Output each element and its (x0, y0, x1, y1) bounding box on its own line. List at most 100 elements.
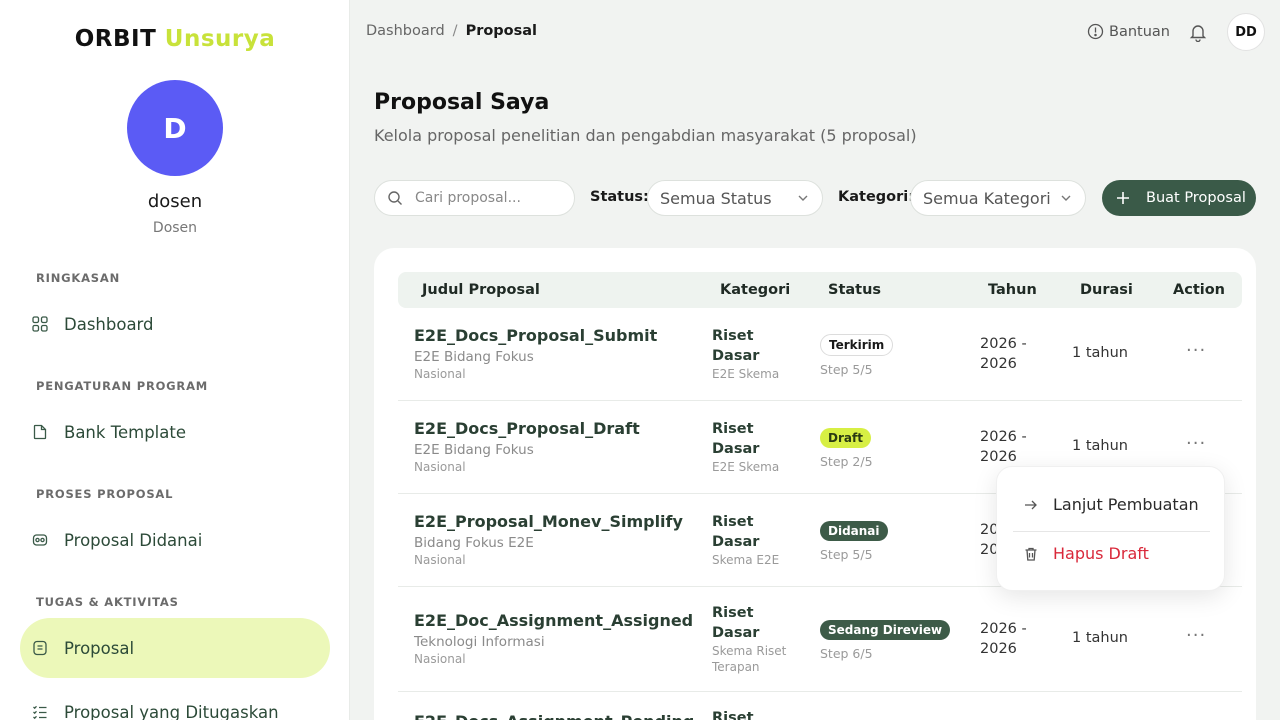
proposal-title[interactable]: E2E_Docs_Assignment_Pending (414, 712, 694, 720)
chevron-down-icon (1059, 191, 1073, 205)
bell-icon[interactable] (1188, 22, 1208, 43)
document-icon (32, 424, 48, 440)
chevron-down-icon (796, 191, 810, 205)
help-label: Bantuan (1109, 23, 1170, 40)
page-title: Proposal Saya (374, 90, 550, 115)
proposal-title[interactable]: E2E_Proposal_Monev_Simplify (414, 512, 683, 531)
status-badge: Sedang Direview (820, 620, 951, 640)
proposal-duration: 1 tahun (1072, 345, 1128, 361)
breadcrumb-separator: / (452, 23, 458, 39)
info-icon (1087, 23, 1104, 40)
proposal-scheme: E2E Skema (712, 367, 780, 381)
column-header-category: Kategori (720, 282, 791, 298)
section-ringkasan: RINGKASAN (36, 271, 121, 285)
sidebar-item-label: Proposal (64, 638, 135, 658)
sidebar-item-label: Proposal yang Ditugaskan (64, 702, 279, 720)
proposal-focus: E2E Bidang Fokus (414, 442, 534, 458)
profile-avatar: D (127, 80, 223, 176)
proposal-focus: E2E Bidang Fokus (414, 349, 534, 365)
sidebar-item-dashboard[interactable]: Dashboard (20, 294, 330, 354)
proposal-step: Step 6/5 (820, 646, 873, 661)
create-proposal-label: Buat Proposal (1146, 190, 1246, 206)
trash-icon (1023, 546, 1039, 562)
sidebar-item-label: Bank Template (64, 422, 186, 442)
more-actions-icon[interactable]: ··· (1186, 340, 1206, 361)
status-select[interactable]: Semua Status (647, 180, 823, 216)
proposal-category: Riset (712, 710, 754, 720)
proposal-scope: Nasional (414, 460, 466, 474)
proposal-icon (32, 640, 48, 656)
column-header-duration: Durasi (1080, 282, 1133, 298)
profile-username: dosen (147, 191, 203, 212)
proposal-year: 2026 - 2026 (980, 621, 1027, 657)
brand-main: ORBIT (74, 26, 157, 52)
sidebar-item-bank-template[interactable]: Bank Template (20, 402, 330, 462)
search-icon (387, 190, 403, 206)
continue-editing-label: Lanjut Pembuatan (1053, 495, 1199, 514)
proposal-scope: Nasional (414, 553, 466, 567)
more-actions-icon[interactable]: ··· (1186, 625, 1206, 646)
column-header-title: Judul Proposal (422, 282, 540, 298)
brand-logo[interactable]: ORBIT Unsurya (0, 26, 349, 52)
page-subtitle: Kelola proposal penelitian dan pengabdia… (374, 126, 917, 145)
proposal-focus: Teknologi Informasi (414, 634, 545, 650)
column-header-action: Action (1173, 282, 1226, 298)
section-tugas-aktivitas: TUGAS & AKTIVITAS (36, 595, 179, 609)
breadcrumb-current: Proposal (465, 23, 538, 39)
sidebar-item-proposal-ditugaskan[interactable]: Proposal yang Ditugaskan (20, 682, 330, 720)
column-header-status: Status (828, 282, 882, 298)
menu-divider (1013, 531, 1210, 532)
continue-editing-menu-item[interactable]: Lanjut Pembuatan (1023, 495, 1199, 514)
proposal-scope: Nasional (414, 367, 466, 381)
grid-icon (32, 316, 48, 332)
section-pengaturan-program: PENGATURAN PROGRAM (36, 379, 209, 393)
delete-draft-label: Hapus Draft (1053, 544, 1149, 563)
category-select-value: Semua Kategori (923, 188, 1051, 208)
proposal-category: Riset Dasar (712, 514, 760, 550)
proposal-year: 2026 - 2026 (980, 336, 1027, 372)
status-badge: Didanai (820, 521, 888, 541)
sidebar-item-label: Proposal Didanai (64, 530, 203, 550)
proposal-scheme: E2E Skema (712, 460, 780, 474)
table-row[interactable]: E2E_Docs_Assignment_Pending Riset (398, 692, 1242, 720)
status-filter-label: Status: (590, 189, 649, 205)
delete-draft-menu-item[interactable]: Hapus Draft (1023, 544, 1149, 563)
brand-accent: Unsurya (164, 26, 276, 52)
proposal-step: Step 5/5 (820, 362, 873, 377)
help-link[interactable]: Bantuan (1087, 23, 1170, 40)
funding-icon (32, 532, 48, 548)
proposal-duration: 1 tahun (1072, 438, 1128, 454)
create-proposal-button[interactable]: Buat Proposal (1102, 180, 1256, 216)
more-actions-icon[interactable]: ··· (1186, 433, 1206, 454)
table-row[interactable]: E2E_Docs_Proposal_Submit E2E Bidang Foku… (398, 308, 1242, 401)
section-proses-proposal: PROSES PROPOSAL (36, 487, 174, 501)
sidebar-item-proposal[interactable]: Proposal (20, 618, 330, 678)
proposal-scheme: Skema Riset Terapan (712, 644, 787, 674)
sidebar-item-proposal-didanai[interactable]: Proposal Didanai (20, 510, 330, 570)
breadcrumb-dashboard[interactable]: Dashboard (366, 23, 445, 39)
proposal-step: Step 2/5 (820, 454, 873, 469)
sidebar: ORBIT Unsurya D dosen Dosen RINGKASAN Da… (0, 0, 350, 720)
category-filter-label: Kategori: (838, 189, 915, 205)
list-check-icon (32, 704, 48, 720)
proposal-title[interactable]: E2E_Docs_Proposal_Submit (414, 326, 657, 345)
search-box[interactable] (374, 180, 575, 216)
proposal-title[interactable]: E2E_Doc_Assignment_Assigned (414, 611, 693, 630)
category-select[interactable]: Semua Kategori (910, 180, 1086, 216)
table-row[interactable]: E2E_Doc_Assignment_Assigned Teknologi In… (398, 587, 1242, 692)
proposal-duration: 1 tahun (1072, 630, 1128, 646)
proposal-scheme: Skema E2E (712, 553, 780, 567)
search-input[interactable] (415, 190, 555, 206)
proposal-category: Riset Dasar (712, 421, 760, 457)
proposal-title[interactable]: E2E_Docs_Proposal_Draft (414, 419, 640, 438)
plus-icon (1116, 191, 1130, 205)
user-avatar[interactable]: DD (1227, 13, 1265, 51)
arrow-right-icon (1023, 497, 1039, 513)
breadcrumb: Dashboard / Proposal (366, 23, 537, 39)
status-badge: Draft (820, 428, 871, 448)
row-actions-menu: Lanjut Pembuatan Hapus Draft (996, 466, 1225, 591)
proposal-scope: Nasional (414, 652, 466, 666)
status-select-value: Semua Status (660, 188, 772, 208)
column-header-year: Tahun (988, 282, 1037, 298)
proposal-step: Step 5/5 (820, 547, 873, 562)
